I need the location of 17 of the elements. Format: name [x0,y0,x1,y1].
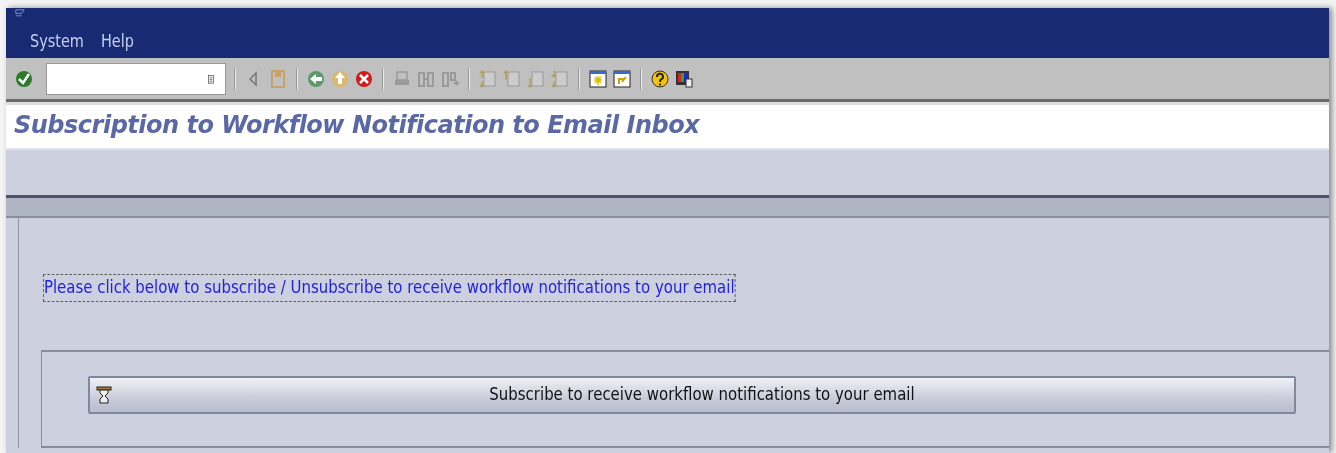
hourglass-icon [94,384,114,405]
next-page-icon[interactable] [526,68,546,89]
previous-page-icon[interactable] [502,68,522,89]
command-field[interactable] [46,62,226,95]
menu-item[interactable]: Help [101,28,135,54]
first-page-icon[interactable] [478,68,498,89]
shortcut-window-icon[interactable] [612,68,632,89]
checkmark-icon[interactable] [14,68,34,89]
new-window-icon[interactable] [588,68,608,89]
menu-item[interactable]: System [30,28,84,54]
help-icon[interactable] [650,68,670,89]
history-list-icon[interactable] [205,72,217,85]
subscribe-button[interactable]: Subscribe to receive workflow notifications to your email [88,375,1296,414]
last-page-icon[interactable] [550,68,570,89]
cancel-icon[interactable] [354,68,374,89]
monitor-icon[interactable] [674,68,694,89]
screen-title: Subscription to Workflow Notification to Email Inbox [14,110,700,141]
